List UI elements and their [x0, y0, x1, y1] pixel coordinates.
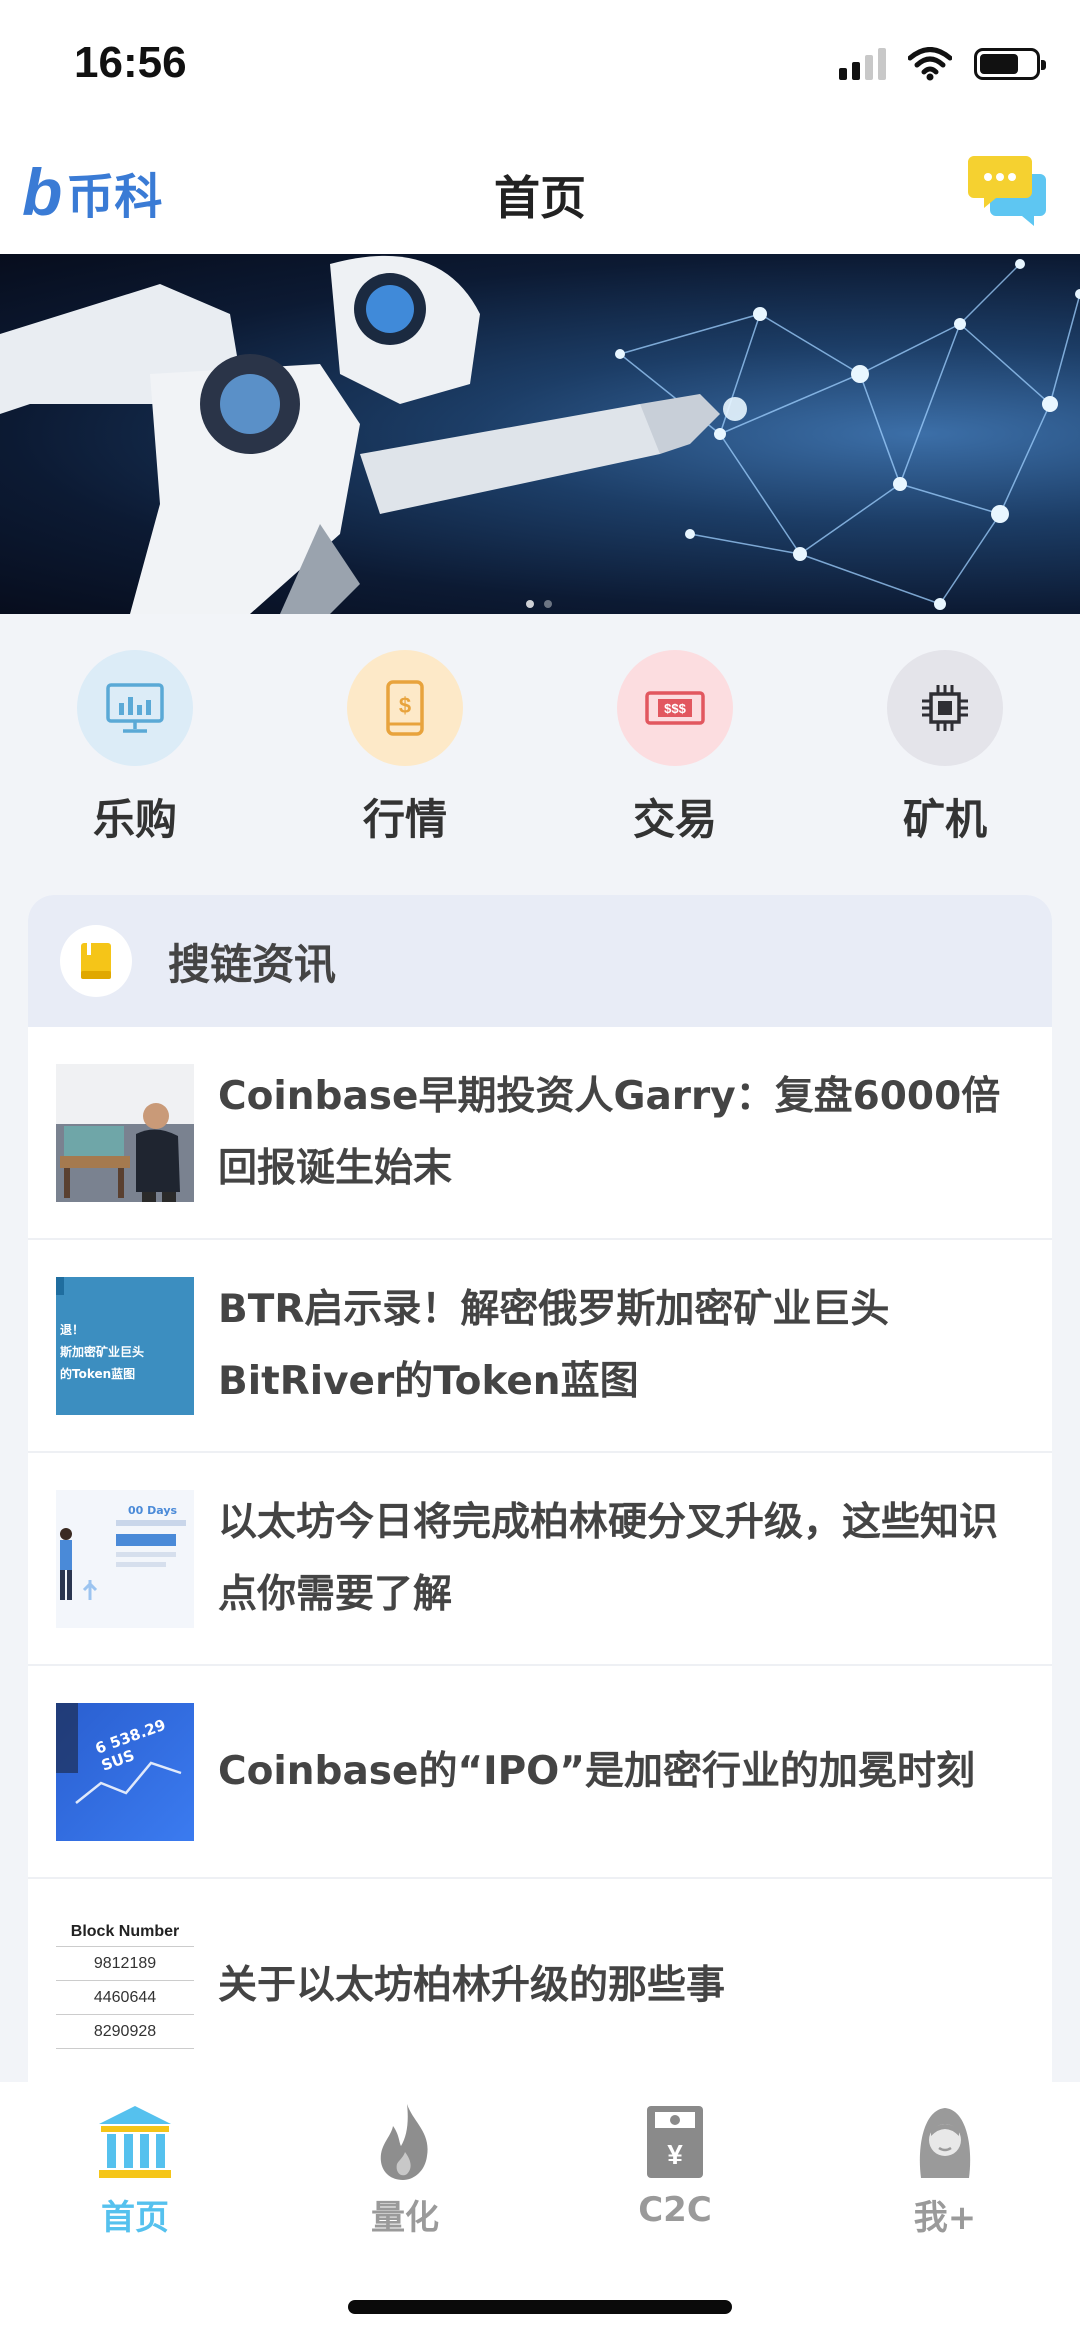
home-indicator-bar[interactable]	[348, 2300, 732, 2314]
yen-card-icon: ¥	[647, 2106, 703, 2178]
news-item[interactable]: Coinbase早期投资人Garry：复盘6000倍回报诞生始末	[28, 1027, 1052, 1240]
battery-icon	[974, 48, 1046, 80]
news-title: 以太坊今日将完成柏林硬分叉升级，这些知识点你需要了解	[218, 1499, 999, 1617]
news-item[interactable]: Block Number 9812189 4460644 8290928 关于以…	[28, 1879, 1052, 2092]
quick-item-miner[interactable]: 矿机	[810, 650, 1080, 850]
svg-text:$$$: $$$	[664, 701, 686, 716]
tab-label: 首页	[101, 2198, 169, 2238]
monitor-chart-icon	[106, 683, 164, 733]
news-thumbnail: Block Number 9812189 4460644 8290928	[56, 1916, 194, 2055]
tab-me[interactable]: 我+	[810, 2102, 1080, 2242]
quick-icon-bg	[887, 650, 1003, 766]
tab-c2c[interactable]: ¥ C2C	[540, 2102, 810, 2242]
status-bar: 16:56	[0, 0, 1080, 132]
chat-icon[interactable]	[968, 148, 1048, 228]
quick-label: 乐购	[92, 795, 177, 844]
news-thumbnail	[56, 1063, 194, 1202]
person-photo-image	[56, 1063, 194, 1202]
thumb-caption: 退！ 斯加密矿业巨头 的Token蓝图	[60, 1319, 144, 1385]
quick-label: 交易	[632, 795, 717, 844]
svg-text:¥: ¥	[667, 2139, 683, 2170]
status-time: 16:56	[74, 38, 187, 87]
thumb-line: 的Token蓝图	[60, 1366, 136, 1381]
cash-ticket-icon: $$$	[645, 691, 705, 725]
quick-icon-bg	[77, 650, 193, 766]
news-item[interactable]: 6 538.29 SUS Coinbase的“IPO”是加密行业的加冕时刻	[28, 1666, 1052, 1879]
app-header: b 币科 首页	[0, 132, 1080, 254]
hero-banner[interactable]	[0, 254, 1080, 614]
cellular-signal-icon	[839, 48, 886, 80]
news-header: 搜链资讯	[28, 895, 1052, 1027]
news-item[interactable]: 00 Days 以太坊今日将完成柏林硬分叉升级，这些知识点你需要了解	[28, 1453, 1052, 1666]
tab-label: C2C	[638, 2190, 712, 2230]
thumb-table-cell: 9812189	[56, 1947, 194, 1981]
tab-label: 量化	[371, 2198, 439, 2238]
robot-network-image	[0, 255, 1080, 614]
thumb-table-header: Block Number	[56, 1917, 194, 1947]
thumb-table-cell: 4460644	[56, 1981, 194, 2015]
quick-icon-bg: $	[347, 650, 463, 766]
quick-label: 矿机	[902, 795, 987, 844]
status-icons	[839, 44, 1046, 84]
bank-icon	[99, 2106, 171, 2178]
news-title: Coinbase早期投资人Garry：复盘6000倍回报诞生始末	[218, 1073, 1001, 1191]
news-thumbnail: 退！ 斯加密矿业巨头 的Token蓝图	[56, 1276, 194, 1415]
profile-icon	[919, 2108, 971, 2178]
svg-text:$: $	[399, 693, 411, 718]
thumb-line: 斯加密矿业巨头	[60, 1344, 145, 1359]
news-title: Coinbase的“IPO”是加密行业的加冕时刻	[218, 1748, 975, 1794]
book-icon	[81, 943, 111, 979]
thumb-line: 退！	[60, 1322, 85, 1337]
quick-item-market[interactable]: $ 行情	[270, 650, 540, 850]
news-section-title: 搜链资讯	[168, 939, 337, 989]
news-header-icon-bg	[60, 925, 132, 997]
quick-item-legou[interactable]: 乐购	[0, 650, 270, 850]
news-thumbnail: 00 Days	[56, 1489, 194, 1628]
page-title: 首页	[494, 171, 586, 225]
quick-label: 行情	[362, 795, 447, 844]
illustration-image	[60, 1519, 186, 1600]
news-card: 搜链资讯 Coinbase早期投资人Garry：复盘6000倍回报诞生始末 退！…	[28, 895, 1052, 2095]
chip-icon	[922, 685, 968, 731]
news-thumbnail: 6 538.29 SUS	[56, 1702, 194, 1841]
tab-quant[interactable]: 量化	[270, 2102, 540, 2242]
news-item[interactable]: 退！ 斯加密矿业巨头 的Token蓝图 BTR启示录！解密俄罗斯加密矿业巨头Bi…	[28, 1240, 1052, 1453]
tab-home[interactable]: 首页	[0, 2102, 270, 2242]
quick-menu: 乐购 $ 行情 $$$ 交易 矿机	[0, 650, 1080, 850]
phone-chart-image	[56, 1702, 182, 1804]
tab-label: 我+	[913, 2198, 977, 2238]
news-title: 关于以太坊柏林升级的那些事	[218, 1962, 726, 2008]
quick-item-trade[interactable]: $$$ 交易	[540, 650, 810, 850]
phone-dollar-icon: $	[386, 680, 424, 736]
thumb-table-cell: 8290928	[56, 2015, 194, 2049]
flame-icon	[380, 2104, 428, 2180]
wifi-icon	[908, 47, 952, 81]
news-title: BTR启示录！解密俄罗斯加密矿业巨头BitRiver的Token蓝图	[218, 1286, 890, 1404]
quick-icon-bg: $$$	[617, 650, 733, 766]
thumb-accent	[56, 1276, 64, 1295]
